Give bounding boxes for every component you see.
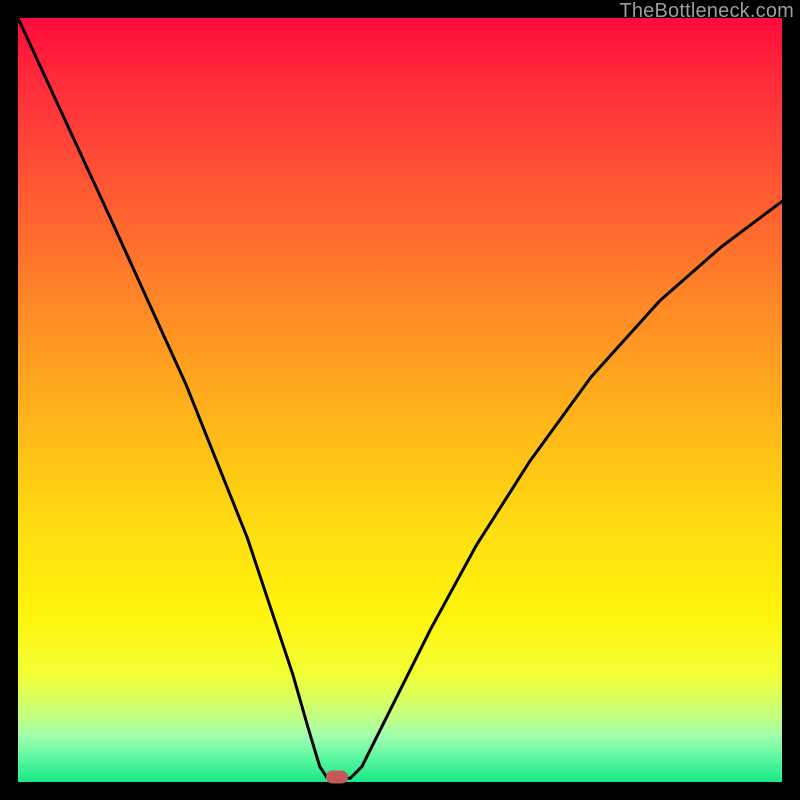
optimum-marker <box>326 770 348 783</box>
plot-area <box>18 18 782 782</box>
watermark-text: TheBottleneck.com <box>619 0 794 23</box>
curve-path <box>18 18 782 778</box>
chart-frame: TheBottleneck.com <box>0 0 800 800</box>
curve-svg <box>18 18 782 782</box>
